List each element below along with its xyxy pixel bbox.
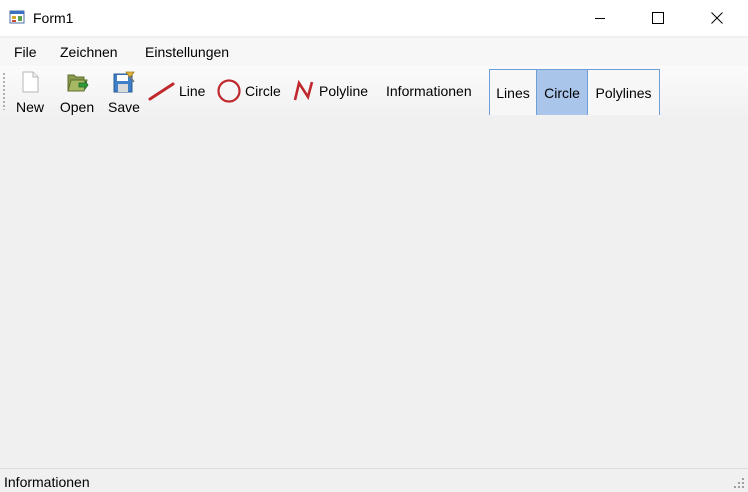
toolbar-grip[interactable] [3,72,5,110]
tab-circle[interactable]: Circle [536,69,588,115]
line-tool-button[interactable]: Line [148,78,205,104]
new-document-icon [22,71,39,93]
new-button[interactable]: New [13,70,47,116]
informationen-button[interactable]: Informationen [386,78,472,104]
toolbar: New Open Save Line Circle Polyline Infor… [0,66,748,116]
circle-label: Circle [245,83,281,99]
open-label: Open [59,99,95,115]
line-icon [148,82,175,101]
save-button[interactable]: Save [106,70,142,116]
menu-bar: File Zeichnen Einstellungen [0,38,748,66]
form1-window: Form1 File Zeichnen Einstellungen New Op… [0,0,748,492]
save-label: Save [108,99,140,115]
circle-icon [217,79,241,103]
new-label: New [15,99,44,115]
resize-grip-icon[interactable] [733,477,745,489]
form-app-icon [9,10,25,24]
status-bar: Informationen [0,468,748,492]
tab-polylines-label: Polylines [595,84,652,101]
informationen-label: Informationen [386,83,472,99]
line-label: Line [179,83,206,99]
minimize-icon [595,18,605,19]
menu-einstellungen[interactable]: Einstellungen [145,43,229,61]
drawing-canvas[interactable] [0,116,748,468]
tab-polylines[interactable]: Polylines [587,69,660,115]
polyline-label: Polyline [319,83,369,99]
title-bar[interactable]: Form1 [0,0,748,36]
maximize-button[interactable] [635,0,681,36]
close-icon [711,12,723,24]
open-button[interactable]: Open [57,70,97,116]
circle-tool-button[interactable]: Circle [216,78,281,104]
polyline-tool-button[interactable]: Polyline [292,78,368,104]
tab-circle-label: Circle [544,84,580,101]
menu-zeichnen[interactable]: Zeichnen [60,43,118,61]
close-button[interactable] [694,0,740,36]
tab-lines[interactable]: Lines [489,69,537,115]
window-title: Form1 [33,10,74,26]
menu-file[interactable]: File [14,43,37,61]
tab-lines-label: Lines [496,84,530,101]
save-disk-icon [113,71,135,93]
minimize-button[interactable] [577,0,623,36]
open-folder-icon [67,74,89,92]
status-label: Informationen [4,474,90,490]
polyline-icon [293,79,314,101]
maximize-icon [652,12,664,24]
